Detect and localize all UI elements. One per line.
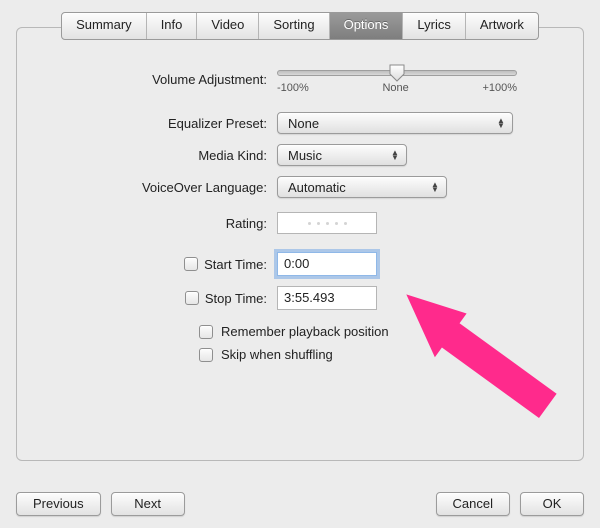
rating-label: Rating: [47,216,277,231]
volume-slider-thumb[interactable] [389,64,405,82]
updown-arrows-icon: ▲▼ [494,118,508,128]
eq-popup[interactable]: None ▲▼ [277,112,513,134]
stop-time-input[interactable]: 3:55.493 [277,286,377,310]
stop-time-checkbox[interactable] [185,291,199,305]
tab-bar-inner: Summary Info Video Sorting Options Lyric… [61,12,539,40]
rating-dot-icon [326,222,329,225]
voiceover-popup[interactable]: Automatic ▲▼ [277,176,447,198]
eq-value: None [288,116,319,131]
previous-button[interactable]: Previous [16,492,101,516]
media-popup[interactable]: Music ▲▼ [277,144,407,166]
cancel-button[interactable]: Cancel [436,492,510,516]
skip-label: Skip when shuffling [221,347,333,362]
tab-bar: Summary Info Video Sorting Options Lyric… [16,12,584,40]
ok-button[interactable]: OK [520,492,584,516]
voiceover-value: Automatic [288,180,346,195]
remember-label: Remember playback position [221,324,389,339]
updown-arrows-icon: ▲▼ [428,182,442,192]
skip-checkbox[interactable] [199,348,213,362]
tab-video[interactable]: Video [197,13,259,39]
tab-summary[interactable]: Summary [62,13,147,39]
start-time-label: Start Time: [204,257,267,272]
volume-tick-labels: -100% None +100% [277,82,517,94]
start-time-checkbox[interactable] [184,257,198,271]
rating-dot-icon [344,222,347,225]
eq-label: Equalizer Preset: [47,116,277,131]
tab-options[interactable]: Options [330,13,404,39]
tab-info[interactable]: Info [147,13,198,39]
tab-artwork[interactable]: Artwork [466,13,538,39]
volume-slider[interactable]: -100% None +100% [277,64,517,94]
rating-dot-icon [308,222,311,225]
volume-tick-mid: None [382,82,408,94]
button-bar: Previous Next Cancel OK [16,492,584,516]
volume-tick-min: -100% [277,82,309,94]
tab-lyrics[interactable]: Lyrics [403,13,465,39]
rating-dot-icon [335,222,338,225]
volume-label: Volume Adjustment: [47,72,277,87]
start-time-input[interactable]: 0:00 [277,252,377,276]
media-label: Media Kind: [47,148,277,163]
rating-field[interactable] [277,212,377,234]
next-button[interactable]: Next [111,492,185,516]
get-info-window: Summary Info Video Sorting Options Lyric… [0,0,600,528]
voiceover-label: VoiceOver Language: [47,180,277,195]
rating-dot-icon [317,222,320,225]
updown-arrows-icon: ▲▼ [388,150,402,160]
options-panel: Volume Adjustment: [16,27,584,461]
media-value: Music [288,148,322,163]
remember-checkbox[interactable] [199,325,213,339]
stop-time-label: Stop Time: [205,291,267,306]
volume-tick-max: +100% [482,82,517,94]
tab-sorting[interactable]: Sorting [259,13,329,39]
